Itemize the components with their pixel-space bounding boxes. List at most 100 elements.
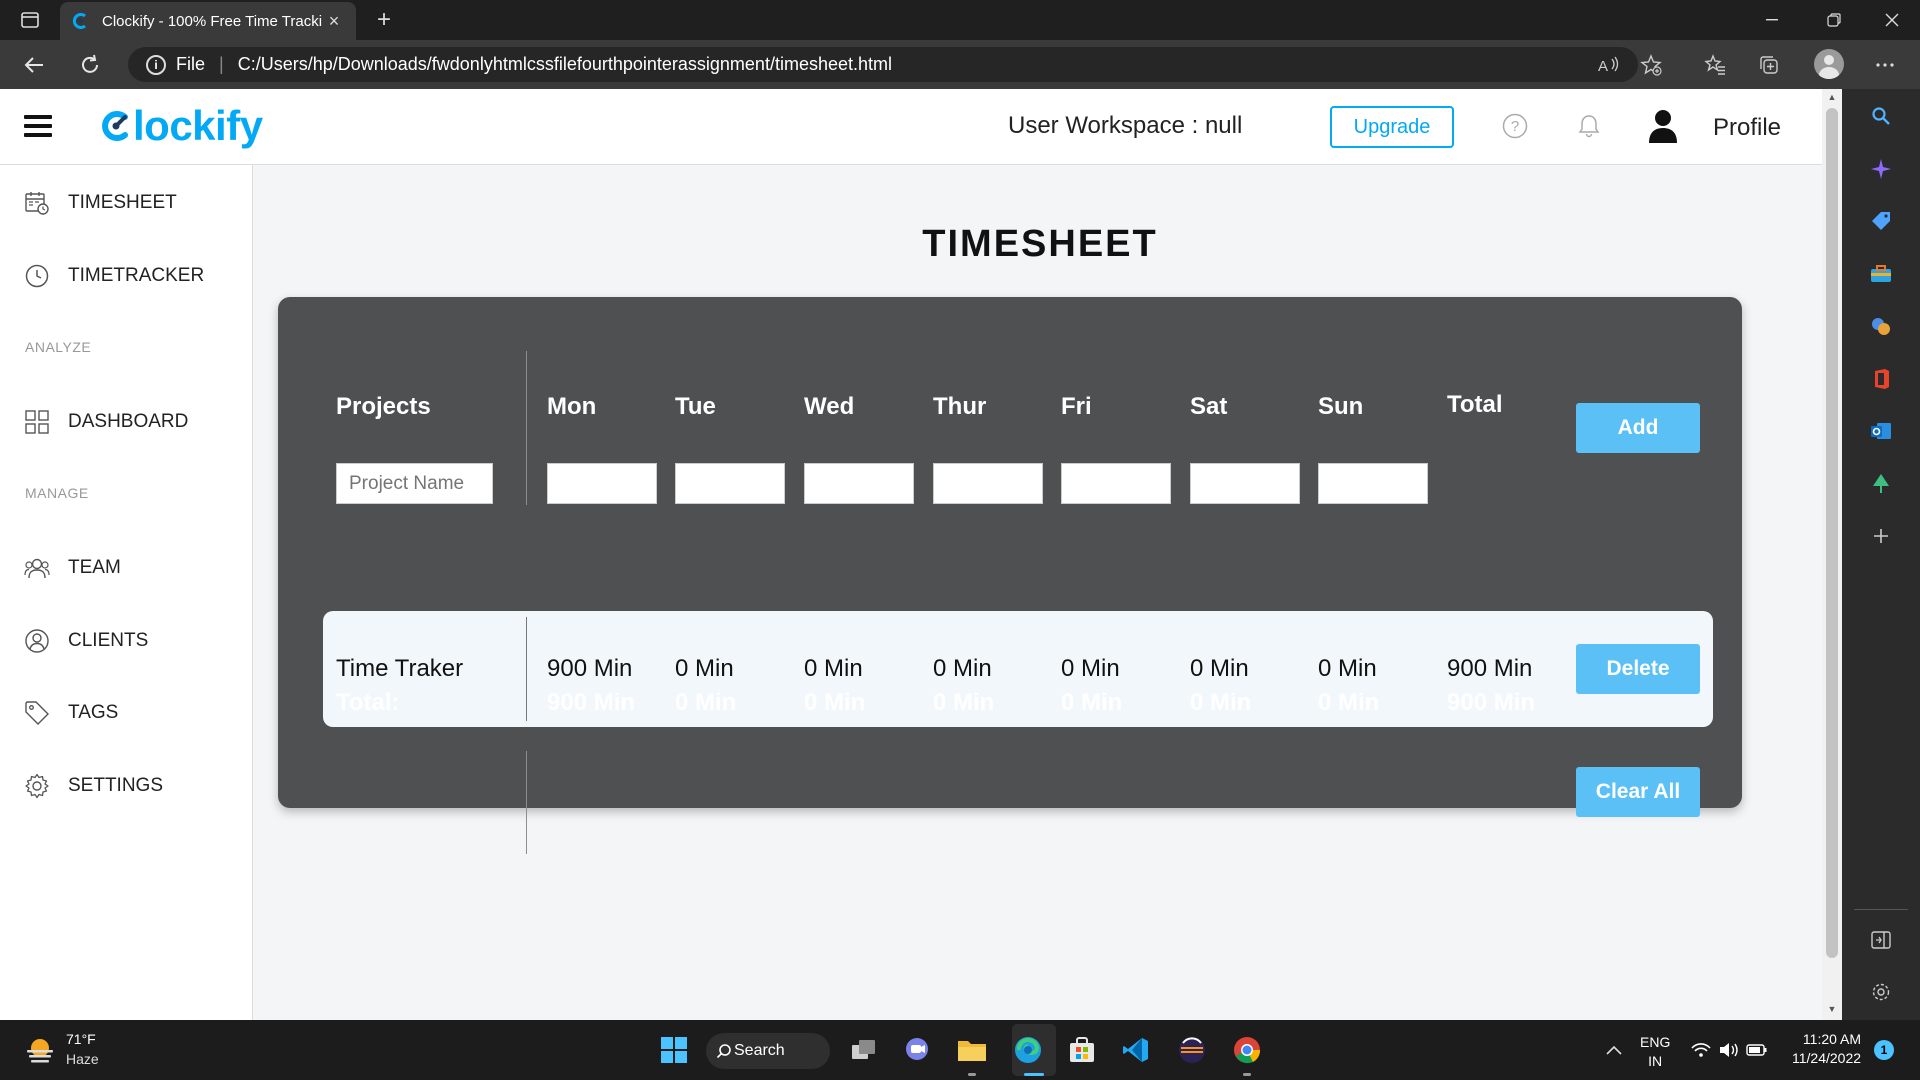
sidebar-item-dashboard[interactable]: DASHBOARD	[24, 407, 188, 437]
tue-input[interactable]	[675, 463, 785, 504]
vscode-icon[interactable]	[1120, 1034, 1152, 1066]
scroll-down-icon[interactable]: ▼	[1826, 1004, 1838, 1016]
weather-temperature: 71°F	[66, 1031, 96, 1047]
mon-input[interactable]	[547, 463, 657, 504]
wed-input[interactable]	[804, 463, 914, 504]
tab-close-icon[interactable]: ×	[324, 11, 344, 32]
browser-tab-bar: Clockify - 100% Free Time Tracki × +	[0, 0, 1920, 40]
restore-icon[interactable]	[1806, 0, 1862, 40]
scrollbar-thumb[interactable]	[1826, 108, 1838, 958]
browser-address-bar: i File | C:/Users/hp/Downloads/fwdonlyht…	[0, 40, 1920, 89]
header-sun: Sun	[1318, 393, 1364, 420]
weather-haze-icon[interactable]	[24, 1034, 56, 1066]
games-icon[interactable]	[1866, 311, 1896, 341]
eclipse-icon[interactable]	[1176, 1034, 1208, 1066]
windows-start-icon[interactable]	[658, 1034, 690, 1066]
shopping-tag-icon[interactable]	[1866, 206, 1896, 236]
edge-sidebar	[1842, 89, 1920, 1020]
bell-icon[interactable]	[1574, 111, 1604, 141]
header-total: Total	[1447, 391, 1503, 418]
clear-all-button[interactable]: Clear All	[1576, 767, 1700, 817]
sat-input[interactable]	[1190, 463, 1300, 504]
clockify-logo[interactable]: lockify	[100, 101, 263, 151]
chrome-running-indicator	[1243, 1073, 1251, 1076]
sidebar-item-timesheet[interactable]: TIMESHEET	[24, 188, 177, 218]
header-mon: Mon	[547, 393, 597, 420]
window-close-icon[interactable]	[1864, 0, 1920, 40]
edge-browser-icon[interactable]	[1012, 1034, 1044, 1066]
taskbar-clock[interactable]: 11:20 AM 11/24/2022	[1792, 1031, 1861, 1066]
microsoft-store-icon[interactable]	[1066, 1034, 1098, 1066]
section-label-analyze: ANALYZE	[25, 339, 92, 355]
add-sidebar-app-icon[interactable]	[1866, 521, 1896, 551]
profile-link[interactable]: Profile	[1713, 114, 1781, 142]
copilot-sparkle-icon[interactable]	[1866, 154, 1896, 184]
project-name-input[interactable]	[336, 463, 493, 504]
show-hidden-icons-icon[interactable]	[1598, 1034, 1630, 1066]
fri-input[interactable]	[1061, 463, 1171, 504]
chrome-icon[interactable]	[1231, 1034, 1263, 1066]
scroll-up-icon[interactable]: ▲	[1826, 92, 1838, 104]
site-info-icon[interactable]: i	[146, 54, 166, 75]
more-menu-icon[interactable]	[1870, 50, 1900, 80]
tree-icon[interactable]	[1866, 469, 1896, 499]
header-wed: Wed	[804, 393, 855, 420]
minimize-icon[interactable]	[1744, 0, 1800, 40]
teams-chat-icon[interactable]	[901, 1034, 933, 1066]
tag-icon	[24, 700, 50, 726]
search-icon[interactable]	[1866, 101, 1896, 131]
system-status-icons[interactable]	[1690, 1034, 1770, 1066]
sidebar-item-label: SETTINGS	[68, 775, 164, 796]
office-icon[interactable]	[1866, 364, 1896, 394]
task-view-icon[interactable]	[848, 1034, 880, 1066]
file-explorer-icon[interactable]	[956, 1034, 988, 1066]
edge-sidebar-divider	[1854, 909, 1908, 910]
hamburger-menu-icon[interactable]	[24, 115, 52, 137]
browser-tab-active[interactable]: Clockify - 100% Free Time Tracki ×	[60, 2, 356, 40]
header-tue: Tue	[675, 393, 716, 420]
taskbar-search[interactable]: Search	[706, 1033, 830, 1069]
address-scheme: File	[176, 54, 206, 74]
refresh-icon[interactable]	[74, 50, 106, 80]
profile-user-icon[interactable]	[1648, 108, 1678, 144]
hide-sidebar-icon[interactable]	[1866, 925, 1896, 955]
address-url: C:/Users/hp/Downloads/fwdonlyhtmlcssfile…	[237, 54, 892, 74]
delete-button[interactable]: Delete	[1576, 644, 1700, 694]
sidebar-item-settings[interactable]: SETTINGS	[24, 771, 163, 801]
favorite-add-icon[interactable]	[1636, 50, 1666, 80]
help-icon[interactable]: ?	[1500, 111, 1530, 141]
thur-input[interactable]	[933, 463, 1043, 504]
total-thur: 0 Min	[933, 689, 995, 716]
read-aloud-icon[interactable]: A	[1594, 50, 1624, 80]
new-tab-button[interactable]: +	[370, 6, 398, 34]
browser-profile-avatar[interactable]	[1814, 49, 1844, 79]
sidebar-item-tags[interactable]: TAGS	[24, 698, 118, 728]
sun-input[interactable]	[1318, 463, 1428, 504]
wifi-volume-battery-icon	[1691, 1043, 1767, 1057]
tab-actions-icon[interactable]	[16, 8, 44, 32]
sidebar-item-timetracker[interactable]: TIMETRACKER	[24, 261, 204, 291]
tab-title: Clockify - 100% Free Time Tracki	[102, 12, 323, 30]
row-fri: 0 Min	[1061, 655, 1120, 682]
sidebar: TIMESHEET TIMETRACKER ANALYZE DASHBOARD …	[0, 165, 253, 1020]
sidebar-item-label: TAGS	[68, 702, 119, 723]
sidebar-item-team[interactable]: TEAM	[24, 553, 121, 583]
sidebar-item-label: TIMETRACKER	[68, 265, 205, 286]
upgrade-button[interactable]: Upgrade	[1330, 106, 1454, 148]
favorites-icon[interactable]	[1700, 50, 1730, 80]
language-indicator[interactable]: ENG IN	[1640, 1034, 1670, 1069]
notification-badge[interactable]: 1	[1874, 1040, 1894, 1060]
sidebar-settings-icon[interactable]	[1866, 977, 1896, 1007]
total-mon: 900 Min	[547, 689, 636, 716]
address-input[interactable]: i File | C:/Users/hp/Downloads/fwdonlyht…	[128, 47, 1638, 82]
calendar-clock-icon	[24, 190, 50, 216]
weather-description: Haze	[66, 1051, 99, 1067]
tools-briefcase-icon[interactable]	[1866, 259, 1896, 289]
add-button[interactable]: Add	[1576, 403, 1700, 453]
svg-text:A: A	[1598, 58, 1608, 74]
total-tue: 0 Min	[675, 689, 737, 716]
outlook-icon[interactable]	[1866, 416, 1896, 446]
back-icon[interactable]	[18, 50, 50, 80]
collections-icon[interactable]	[1754, 50, 1784, 80]
sidebar-item-clients[interactable]: CLIENTS	[24, 626, 148, 656]
